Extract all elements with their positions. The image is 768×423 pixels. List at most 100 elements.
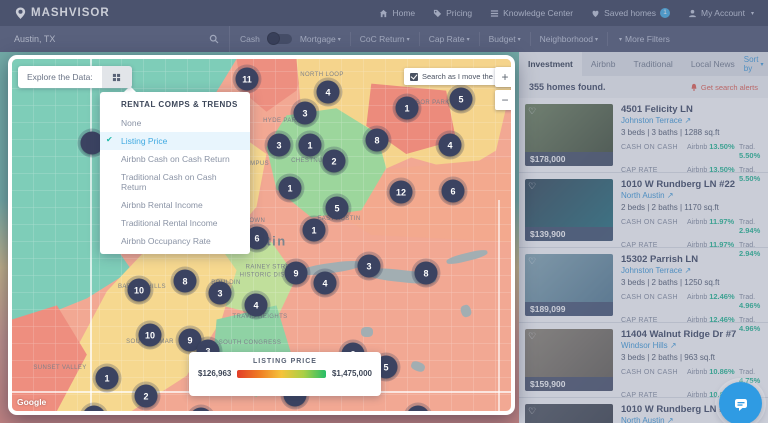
zoom-in-button[interactable]: + [495,67,515,87]
property-card[interactable]: ♡ $189,099 15302 Parrish LN Johnston Ter… [519,248,768,323]
divider [350,32,351,46]
property-info: 4501 Felicity LN Johnston Terrace ↗ 3 be… [621,104,762,166]
map-cluster-marker[interactable]: 10 [128,279,151,302]
favorite-heart-icon[interactable]: ♡ [528,256,536,267]
more-filters-button[interactable]: ▾More Filters [617,34,670,44]
neighborhood-filter[interactable]: Neighborhood▾ [540,34,598,44]
map-cluster-marker[interactable]: 5 [326,197,349,220]
property-neighborhood-link[interactable]: Johnston Terrace ↗ [621,266,762,275]
dropdown-option-airbnb-cash-on-cash-return[interactable]: Airbnb Cash on Cash Return [100,150,250,168]
nav-saved-homes[interactable]: Saved homes 1 [591,8,670,18]
explore-data-button[interactable] [102,66,132,88]
property-title[interactable]: 11404 Walnut Ridge Dr #7 [621,329,762,340]
favorite-heart-icon[interactable]: ♡ [528,181,536,192]
tab-airbnb[interactable]: Airbnb [582,52,625,76]
mortgage-dropdown[interactable]: Mortgage▾ [300,34,341,44]
map-cluster-marker[interactable]: 11 [236,68,259,91]
property-price-badge: $178,000 [525,152,613,166]
map-cluster-marker[interactable]: 8 [174,270,197,293]
grid-icon [112,73,121,82]
favorite-heart-icon[interactable]: ♡ [528,331,536,342]
map-cluster-marker[interactable]: 4 [317,81,340,104]
map-cluster-marker[interactable]: 3 [358,255,381,278]
dropdown-option-traditional-rental-income[interactable]: Traditional Rental Income [100,214,250,232]
property-stats: CASH ON CASHAirbnb 13.50%Trad. 5.50%CAP … [621,142,762,183]
toggle-knob [267,32,280,45]
map-cluster-marker[interactable]: 12 [390,181,413,204]
property-title[interactable]: 1010 W Rundberg LN #22 [621,179,762,190]
map-cluster-marker[interactable]: 1 [96,367,119,390]
favorite-heart-icon[interactable]: ♡ [528,406,536,417]
chat-button[interactable] [719,382,762,423]
dropdown-option-listing-price[interactable]: ✔Listing Price [100,132,250,150]
sort-by-dropdown[interactable]: Sort by▾ [744,55,764,73]
legend-min-value: $126,963 [198,369,231,378]
chevron-down-icon: ▾ [751,10,754,17]
property-thumbnail[interactable]: ♡ $159,900 [525,329,613,391]
property-title[interactable]: 15302 Parrish LN [621,254,762,265]
property-neighborhood-link[interactable]: Windsor Hills ↗ [621,341,762,350]
map-cluster-marker[interactable]: 6 [442,180,465,203]
property-neighborhood-link[interactable]: North Austin ↗ [621,191,762,200]
external-link-icon: ↗ [670,341,677,350]
map-cluster-marker[interactable]: 4 [245,294,268,317]
map-cluster-marker[interactable]: 1 [299,134,322,157]
chat-icon [732,395,750,413]
checkbox-checked-icon[interactable] [410,73,418,81]
budget-filter[interactable]: Budget▾ [489,34,521,44]
map-cluster-marker[interactable]: 2 [135,385,158,408]
nav-pricing[interactable]: Pricing [433,8,472,18]
map-cluster-marker[interactable]: 8 [366,129,389,152]
nav-my-account[interactable]: My Account ▾ [688,8,754,18]
map-cluster-marker[interactable]: 1 [396,97,419,120]
location-search-value: Austin, TX [14,34,55,44]
listing-price-legend: LISTING PRICE $126,963 $1,475,000 [189,352,381,396]
map-cluster-marker[interactable]: 9 [285,262,308,285]
cap-rate-filter[interactable]: Cap Rate▾ [429,34,470,44]
map-cluster-marker[interactable]: 10 [139,324,162,347]
tab-investment[interactable]: Investment [519,52,582,76]
property-card[interactable]: ♡ $139,900 1010 W Rundberg LN #22 North … [519,173,768,248]
property-neighborhood-link[interactable]: Johnston Terrace ↗ [621,116,762,125]
zoom-out-button[interactable]: − [495,90,515,110]
get-search-alerts-button[interactable]: Get search alerts [690,83,758,92]
mashvisor-logo[interactable]: MASHVISOR [14,6,110,21]
map-cluster-marker[interactable]: 1 [303,219,326,242]
property-card[interactable]: ♡ $178,000 4501 Felicity LN Johnston Ter… [519,98,768,173]
chevron-down-icon: ▾ [518,36,521,43]
property-thumbnail[interactable]: ♡ [525,404,613,423]
property-thumbnail[interactable]: ♡ $139,900 [525,179,613,241]
property-thumbnail[interactable]: ♡ $189,099 [525,254,613,316]
dropdown-option-airbnb-rental-income[interactable]: Airbnb Rental Income [100,196,250,214]
nav-items: Home Pricing Knowledge Center Saved home… [379,8,754,18]
boundary-line [498,200,500,411]
location-search-input[interactable]: Austin, TX [0,26,230,52]
nav-knowledge-center[interactable]: Knowledge Center [490,8,573,18]
nav-home[interactable]: Home [379,8,415,18]
favorite-heart-icon[interactable]: ♡ [528,106,536,117]
results-row: 355 homes found. Get search alerts [519,76,768,98]
dropdown-option-traditional-cash-on-cash-return[interactable]: Traditional Cash on Cash Return [100,168,250,196]
dropdown-option-airbnb-occupancy-rate[interactable]: Airbnb Occupancy Rate [100,232,250,250]
map-cluster-marker[interactable]: 3 [209,282,232,305]
map-cluster-marker[interactable]: 3 [268,134,291,157]
tab-traditional[interactable]: Traditional [624,52,681,76]
map-area-label: NORTH LOOP [300,72,344,78]
map-cluster-marker[interactable]: 4 [314,272,337,295]
map-cluster-marker[interactable]: 2 [323,150,346,173]
map-cluster-marker[interactable]: 3 [294,102,317,125]
map-watermark: Google [17,397,46,407]
property-title[interactable]: 4501 Felicity LN [621,104,762,115]
property-thumbnail[interactable]: ♡ $178,000 [525,104,613,166]
map-cluster-marker[interactable]: 8 [415,262,438,285]
list-icon [490,9,499,18]
tab-local-news[interactable]: Local News [682,52,744,76]
cash-toggle-label[interactable]: Cash [240,34,260,44]
map-cluster-marker[interactable]: 4 [439,134,462,157]
property-price-badge: $139,900 [525,227,613,241]
map-cluster-marker[interactable]: 5 [450,88,473,111]
cash-mortgage-toggle[interactable] [268,34,292,44]
dropdown-option-none[interactable]: None [100,114,250,132]
coc-return-filter[interactable]: CoC Return▾ [360,34,410,44]
map-cluster-marker[interactable]: 1 [279,177,302,200]
